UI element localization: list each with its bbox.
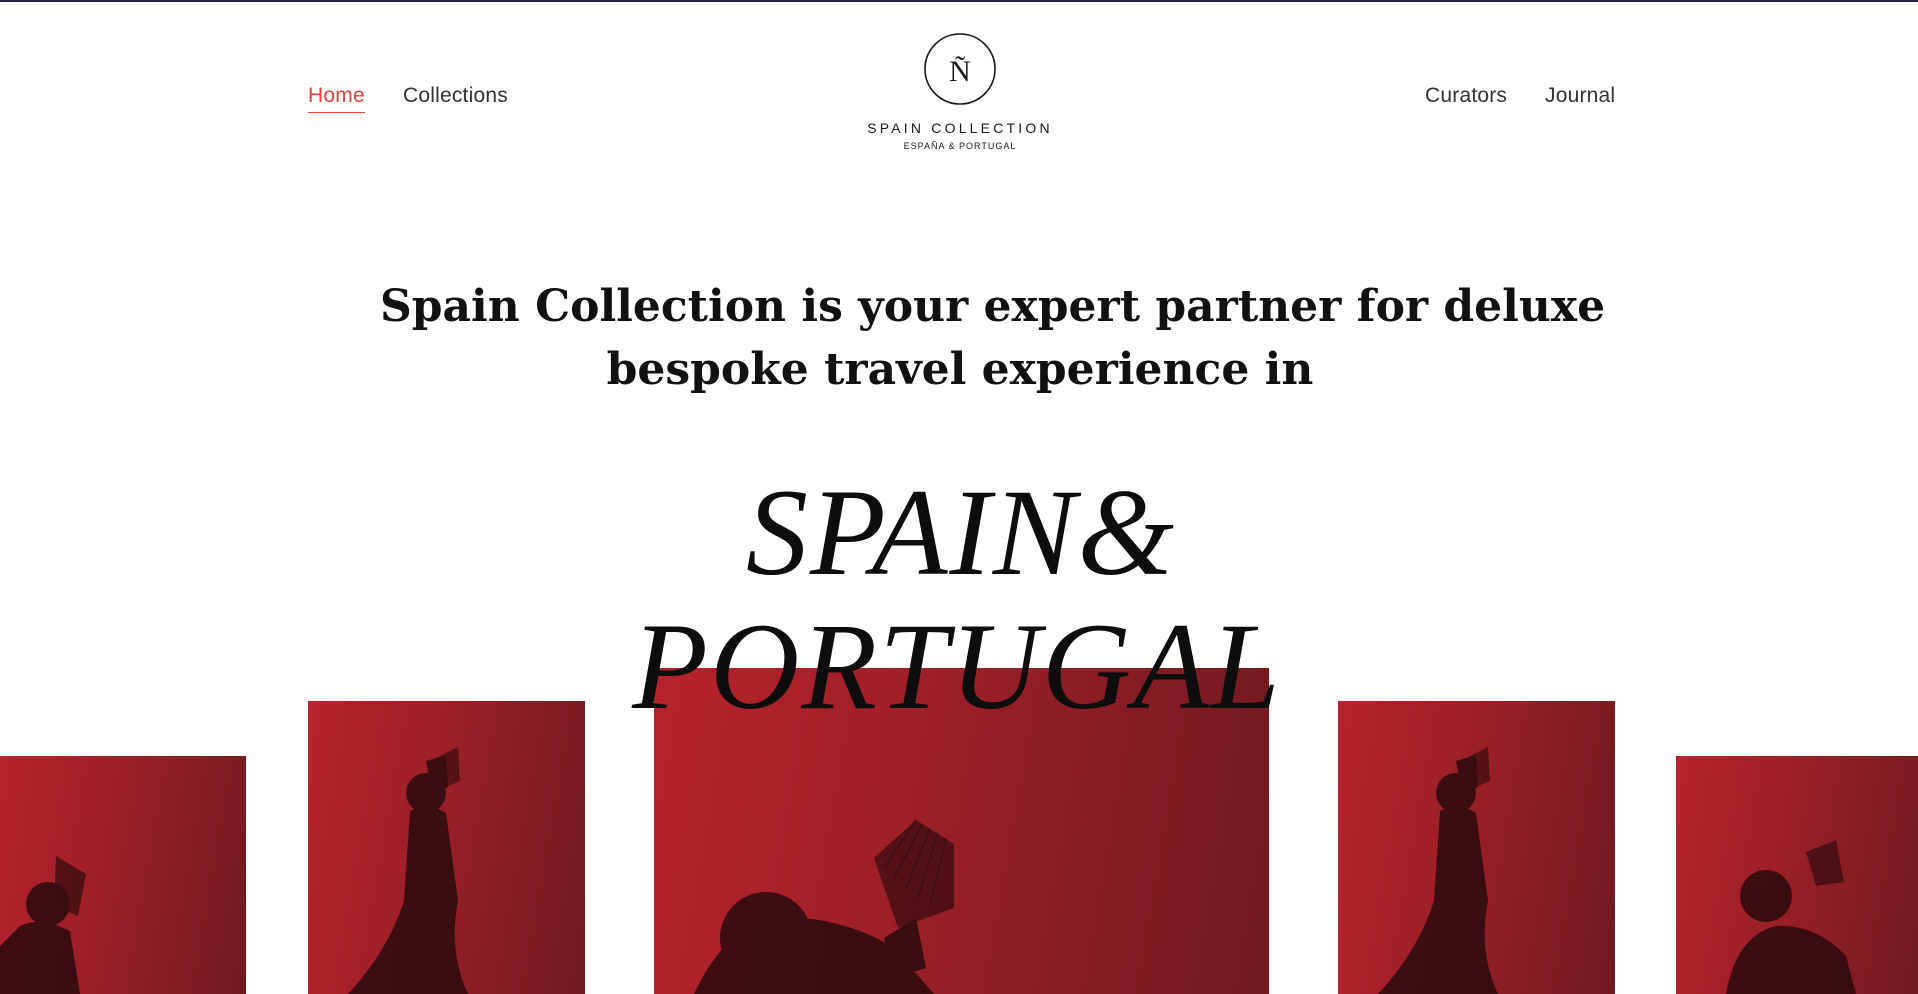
logo-title: SPAIN COLLECTION [867,120,1053,136]
brand-logo[interactable]: Ñ SPAIN COLLECTION ESPAÑA & PORTUGAL [860,32,1060,151]
gallery-image-right[interactable] [1338,701,1615,994]
page: Home Collections Ñ SPAIN COLLECTION ESPA… [0,0,1918,994]
flamenco-dancer-icon [0,856,86,994]
gallery-image-left[interactable] [308,701,585,994]
flamenco-dancer-icon [1378,747,1498,994]
flamenco-dancer-icon [1726,840,1856,994]
nav-journal-link[interactable]: Journal [1545,82,1615,110]
logo-subtitle: ESPAÑA & PORTUGAL [903,141,1017,151]
top-border [0,0,1918,2]
logo-emblem-icon: Ñ [924,33,996,105]
hero-title-line-2: PORTUGAL [632,598,1282,735]
intro-heading: Spain Collection is your expert partner … [380,275,1606,401]
nav-collections-link[interactable]: Collections [403,82,508,110]
intro-line-1: Spain Collection is your expert partner … [380,281,1606,332]
logo-mark-letter: Ñ [949,55,971,88]
intro-line-2: bespoke travel experience in [606,344,1314,395]
flamenco-dancer-icon [348,747,468,994]
nav-curators-link[interactable]: Curators [1425,82,1507,110]
gallery-image-far-left[interactable] [0,756,246,994]
gallery-image-far-right[interactable] [1676,756,1918,994]
nav-home-link[interactable]: Home [308,82,365,113]
hero-title-line-1: SPAIN& [746,464,1176,601]
